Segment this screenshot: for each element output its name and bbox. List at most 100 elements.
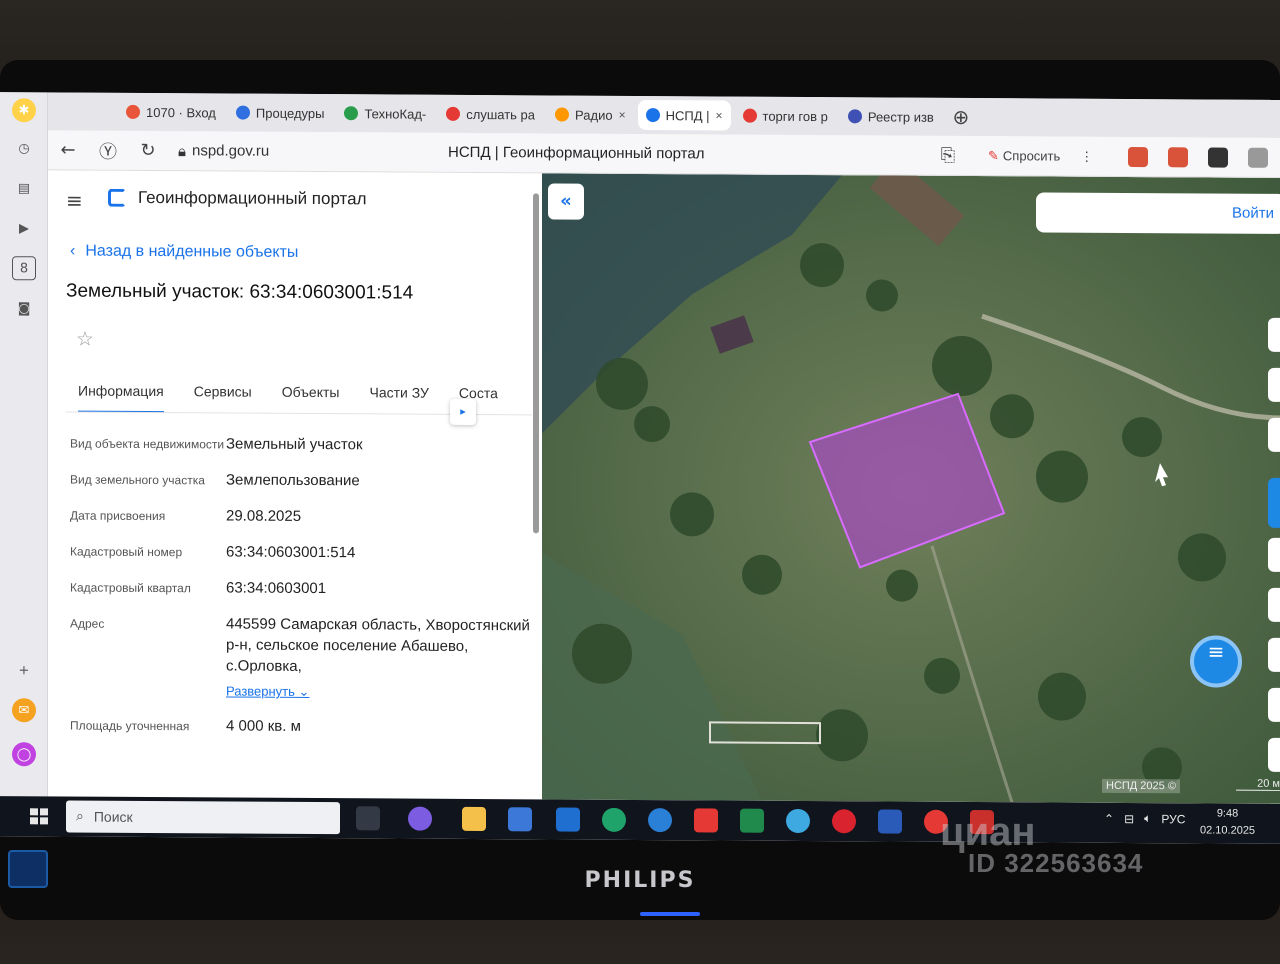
- browser-tab-4[interactable]: Радио ×: [547, 99, 634, 130]
- extension-icon[interactable]: [1248, 147, 1268, 168]
- outlook-icon[interactable]: [556, 807, 580, 832]
- collapse-panel-button[interactable]: «: [548, 183, 584, 220]
- map-control-button[interactable]: [1268, 367, 1280, 402]
- url-field[interactable]: 🔒︎ nspd.gov.ru: [178, 142, 269, 161]
- favorite-star-icon[interactable]: ☆: [76, 327, 94, 351]
- attribute-value-address: 445599 Самарская область, Хворостянский …: [226, 613, 530, 703]
- map-control-button[interactable]: [1268, 317, 1280, 352]
- tray-chevron-icon[interactable]: ⌃: [1104, 811, 1114, 825]
- browser-tab-1[interactable]: Процедуры: [228, 97, 333, 128]
- object-title: Земельный участок: 63:34:0603001:514: [66, 280, 414, 304]
- volume-icon[interactable]: 🔈︎: [1144, 811, 1151, 826]
- power-led: [640, 912, 700, 916]
- attribute-row: Дата присвоения 29.08.2025: [70, 505, 530, 530]
- menu-icon[interactable]: ≡: [66, 188, 83, 212]
- input-language[interactable]: РУС: [1161, 812, 1185, 826]
- tabs-scroll-right-button[interactable]: ▸: [450, 398, 476, 425]
- back-to-results-link[interactable]: ‹ Назад в найденные объекты: [70, 243, 298, 262]
- more-icon[interactable]: ⋮: [1080, 148, 1093, 164]
- back-label: Назад в найденные объекты: [85, 242, 299, 261]
- ie-icon[interactable]: [648, 808, 672, 833]
- attribute-value: 4 000 кв. м: [226, 717, 301, 735]
- map-control-button[interactable]: [1268, 637, 1280, 672]
- attribute-row: Кадастровый номер 63:34:0603001:514: [70, 541, 530, 566]
- yandex-icon[interactable]: Ⓨ: [88, 137, 128, 163]
- clock-date: 02.10.2025: [1200, 824, 1256, 837]
- url-text: nspd.gov.ru: [191, 142, 270, 160]
- task-view-icon[interactable]: [356, 806, 380, 831]
- new-tab-button[interactable]: ⊕: [946, 105, 976, 129]
- map-view[interactable]: « Войти ≡ НСПД 2025 © 20 м: [542, 173, 1280, 804]
- attribute-row: Адрес 445599 Самарская область, Хворостя…: [70, 613, 530, 704]
- bookmark-icon[interactable]: ⎘: [928, 145, 968, 166]
- back-arrow-icon[interactable]: ←: [48, 139, 88, 160]
- file-explorer-icon[interactable]: [462, 806, 486, 832]
- map-control-button[interactable]: [1268, 587, 1280, 622]
- browser-taskbar-icon[interactable]: [786, 808, 810, 834]
- alice-icon[interactable]: ◯: [12, 742, 36, 767]
- tab-parts[interactable]: Части ЗУ: [369, 382, 428, 414]
- browser-tab-5-active[interactable]: НСПД | ×: [637, 99, 731, 131]
- store-icon[interactable]: [508, 807, 532, 832]
- attribute-key: Вид земельного участка: [70, 472, 205, 488]
- calculator-icon[interactable]: 8: [12, 256, 36, 281]
- zoom-out-button[interactable]: [1268, 737, 1280, 772]
- media-icon[interactable]: ▶: [12, 216, 36, 240]
- mail-icon[interactable]: ✉: [12, 698, 36, 723]
- history-icon[interactable]: ◷: [12, 136, 36, 160]
- extension-icon[interactable]: [1128, 146, 1148, 168]
- expand-label: Развернуть: [226, 683, 295, 699]
- close-tab-icon[interactable]: ×: [619, 108, 626, 122]
- portal-logo-icon: [108, 188, 126, 207]
- close-tab-icon[interactable]: ×: [716, 108, 723, 122]
- network-icon[interactable]: ⊟: [1124, 811, 1134, 825]
- opera-icon[interactable]: [832, 809, 856, 834]
- tab-information[interactable]: Информация: [78, 380, 164, 414]
- map-attribution: НСПД 2025 ©: [1102, 778, 1180, 794]
- extension-icon[interactable]: [1208, 147, 1228, 168]
- chat-assistant-button[interactable]: ≡: [1190, 635, 1242, 688]
- zoom-in-button[interactable]: [1268, 687, 1280, 722]
- expand-address-link[interactable]: Развернуть ⌄: [226, 680, 309, 702]
- tab-label: торги гов р: [762, 108, 828, 124]
- taskbar-search[interactable]: ⌕ Поиск: [66, 800, 340, 835]
- lock-icon: 🔒︎: [178, 141, 186, 160]
- browser-tab-2[interactable]: ТехноКад-: [336, 98, 434, 129]
- browser-tab-0[interactable]: 1070 · Вход: [118, 97, 224, 128]
- portal-name: Геоинформационный портал: [138, 187, 367, 209]
- taskbar: ⌕ Поиск ⌃ ⊟ 🔈︎ РУС 9:48 02.10.2025: [0, 796, 1280, 844]
- monitor-screen: ✱ ◷ ▤ ▶ 8 ◙ + ✉ ◯ 1070 · Вход Процедуры …: [0, 92, 1280, 844]
- reload-icon[interactable]: ↻: [128, 140, 168, 161]
- start-windows-icon[interactable]: [30, 808, 48, 825]
- system-clock[interactable]: 9:48 02.10.2025: [1200, 805, 1255, 839]
- tab-label: Радио: [575, 107, 613, 123]
- chevron-left-icon: ‹: [70, 242, 76, 260]
- extension-icon[interactable]: [1168, 147, 1188, 168]
- edge-icon[interactable]: [602, 807, 626, 832]
- browser-tab-6[interactable]: торги гов р: [735, 101, 836, 132]
- add-panel-icon[interactable]: +: [12, 658, 36, 682]
- panel-scrollbar[interactable]: [533, 193, 539, 534]
- object-info-panel: ≡ Геоинформационный портал ‹ Назад в най…: [48, 170, 542, 800]
- screenshot-icon[interactable]: ◙: [12, 296, 36, 320]
- tab-objects[interactable]: Объекты: [282, 382, 340, 414]
- tab-favicon: [847, 109, 862, 124]
- excel-icon[interactable]: [740, 808, 764, 833]
- alice-taskbar-icon[interactable]: [408, 806, 432, 831]
- yandex-taskbar-icon[interactable]: [694, 808, 718, 833]
- browser-logo-icon[interactable]: ✱: [12, 98, 36, 123]
- page-title: НСПД | Геоинформационный портал: [448, 143, 705, 163]
- attribute-row: Вид земельного участка Землепользование: [70, 469, 530, 494]
- map-control-button[interactable]: [1268, 417, 1280, 452]
- tab-favicon: [645, 108, 660, 123]
- browser-tab-3[interactable]: слушать ра: [438, 99, 543, 130]
- ask-button[interactable]: ✎ Спросить ⋮: [988, 148, 1093, 165]
- collections-icon[interactable]: ▤: [12, 176, 36, 200]
- tab-label: Реестр изв: [867, 108, 934, 125]
- tab-services[interactable]: Сервисы: [194, 381, 252, 413]
- browser-tab-7[interactable]: Реестр изв: [840, 101, 942, 132]
- map-control-button[interactable]: [1268, 537, 1280, 572]
- map-mode-button[interactable]: [1268, 477, 1280, 528]
- word-icon[interactable]: [878, 809, 902, 834]
- login-button[interactable]: Войти: [1036, 192, 1280, 234]
